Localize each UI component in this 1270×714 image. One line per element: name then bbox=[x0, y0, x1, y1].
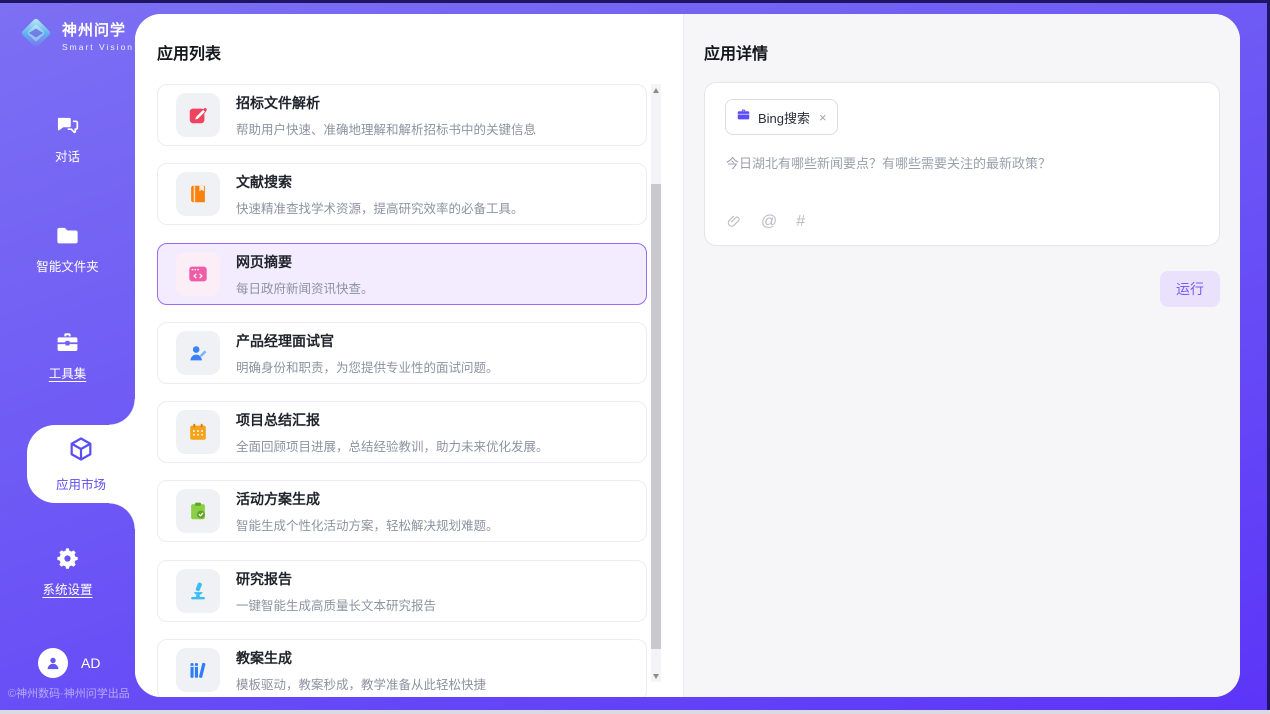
app-list-section: 应用列表 招标文件解析 帮助用户快速、准确地理解和解析招标书中的关键信息 bbox=[135, 14, 683, 697]
sidebar-item-label: 智能文件夹 bbox=[0, 256, 135, 275]
scrollbar-thumb[interactable] bbox=[651, 184, 661, 649]
microscope-icon bbox=[176, 569, 220, 613]
diamond-logo-icon bbox=[18, 15, 54, 56]
avatar bbox=[38, 648, 68, 678]
app-card-research-report[interactable]: 研究报告 一键智能生成高质量长文本研究报告 bbox=[157, 560, 647, 622]
calendar-icon bbox=[176, 410, 220, 454]
sidebar-item-toolset[interactable]: 工具集 bbox=[0, 329, 135, 382]
books-icon bbox=[176, 648, 220, 692]
app-card-desc: 全面回顾项目进展，总结经验教训，助力未来优化发展。 bbox=[236, 436, 549, 455]
app-card-desc: 帮助用户快速、准确地理解和解析招标书中的关键信息 bbox=[236, 119, 536, 138]
browser-code-icon bbox=[176, 252, 220, 296]
sidebar-item-app-market-active[interactable]: 应用市场 bbox=[27, 425, 135, 503]
sidebar-item-label: 对话 bbox=[0, 146, 135, 165]
brand-logo: 神州问学 Smart Vision bbox=[18, 15, 134, 56]
app-card-desc: 一键智能生成高质量长文本研究报告 bbox=[236, 595, 436, 614]
app-card-desc: 模板驱动，教案秒成，教学准备从此轻松快捷 bbox=[236, 674, 486, 693]
sidebar-item-label: 系统设置 bbox=[0, 579, 135, 598]
person-icon bbox=[44, 654, 62, 672]
app-card-title: 产品经理面试官 bbox=[236, 331, 499, 351]
toolbox-icon bbox=[0, 329, 135, 356]
app-card-literature-search[interactable]: 文献搜索 快速精准查找学术资源，提高研究效率的必备工具。 bbox=[157, 163, 647, 225]
app-window: 神州问学 Smart Vision 对话 智能文件夹 bbox=[0, 0, 1270, 714]
app-card-desc: 每日政府新闻资讯快查。 bbox=[236, 278, 374, 297]
app-card-title: 文献搜索 bbox=[236, 172, 524, 192]
app-card-title: 招标文件解析 bbox=[236, 93, 536, 113]
app-card-tender-doc-analysis[interactable]: 招标文件解析 帮助用户快速、准确地理解和解析招标书中的关键信息 bbox=[157, 84, 647, 146]
scroll-down-button[interactable] bbox=[651, 670, 661, 682]
paperclip-icon[interactable] bbox=[726, 214, 742, 230]
scroll-up-button[interactable] bbox=[651, 84, 661, 96]
list-scrollbar[interactable] bbox=[651, 84, 661, 682]
triangle-down-icon bbox=[653, 674, 659, 679]
sidebar-item-label: 应用市场 bbox=[56, 474, 106, 493]
app-detail-title: 应用详情 bbox=[704, 40, 768, 64]
app-card-pm-interviewer[interactable]: 产品经理面试官 明确身份和职责，为您提供专业性的面试问题。 bbox=[157, 322, 647, 384]
app-card-desc: 明确身份和职责，为您提供专业性的面试问题。 bbox=[236, 357, 499, 376]
app-card-title: 教案生成 bbox=[236, 648, 486, 668]
pen-square-icon bbox=[176, 93, 220, 137]
app-card-desc: 智能生成个性化活动方案，轻松解决规划难题。 bbox=[236, 515, 499, 534]
app-card-web-summary-selected[interactable]: 网页摘要 每日政府新闻资讯快查。 bbox=[157, 243, 647, 305]
app-card-desc: 快速精准查找学术资源，提高研究效率的必备工具。 bbox=[236, 198, 524, 217]
close-icon[interactable]: × bbox=[819, 111, 827, 124]
book-icon bbox=[176, 172, 220, 216]
chat-bubble-icon bbox=[0, 112, 135, 139]
sidebar-item-label: 工具集 bbox=[0, 363, 135, 382]
copyright-footer: ©神州数码·神州问学出品 bbox=[8, 685, 130, 701]
input-toolbar: @ # bbox=[726, 213, 805, 231]
folder-icon bbox=[0, 222, 135, 249]
gear-icon bbox=[0, 545, 135, 572]
sidebar-item-smart-folder[interactable]: 智能文件夹 bbox=[0, 222, 135, 275]
briefcase-icon bbox=[736, 107, 751, 127]
sidebar-item-settings[interactable]: 系统设置 bbox=[0, 545, 135, 598]
sidebar: 神州问学 Smart Vision 对话 智能文件夹 bbox=[0, 3, 135, 710]
brand-name: 神州问学 bbox=[62, 22, 126, 39]
sidebar-item-chat[interactable]: 对话 bbox=[0, 112, 135, 165]
app-detail-section: 应用详情 Bing搜索 × 今日湖北有哪些新闻要点？有哪些需要关注的最新政策？ bbox=[683, 14, 1240, 697]
user-account[interactable]: AD bbox=[38, 648, 100, 678]
cube-icon bbox=[67, 435, 95, 468]
tool-tag-bing-search[interactable]: Bing搜索 × bbox=[725, 99, 838, 135]
window-top-edge bbox=[0, 0, 1270, 3]
app-list-title: 应用列表 bbox=[157, 40, 221, 64]
brand-tagline: Smart Vision bbox=[62, 42, 134, 52]
question-text-input[interactable]: 今日湖北有哪些新闻要点？有哪些需要关注的最新政策？ bbox=[726, 153, 1199, 172]
app-card-title: 项目总结汇报 bbox=[236, 410, 549, 430]
app-card-title: 活动方案生成 bbox=[236, 489, 499, 509]
interviewer-icon bbox=[176, 331, 220, 375]
tool-tag-label: Bing搜索 bbox=[758, 108, 810, 127]
hash-icon[interactable]: # bbox=[796, 213, 805, 231]
prompt-input-card[interactable]: Bing搜索 × 今日湖北有哪些新闻要点？有哪些需要关注的最新政策？ @ # bbox=[704, 82, 1220, 246]
clipboard-check-icon bbox=[176, 489, 220, 533]
user-initials: AD bbox=[81, 655, 100, 671]
app-card-lesson-plan[interactable]: 教案生成 模板驱动，教案秒成，教学准备从此轻松快捷 bbox=[157, 639, 647, 697]
app-card-event-plan[interactable]: 活动方案生成 智能生成个性化活动方案，轻松解决规划难题。 bbox=[157, 480, 647, 542]
run-button[interactable]: 运行 bbox=[1160, 271, 1220, 307]
triangle-up-icon bbox=[653, 88, 659, 93]
app-card-project-summary[interactable]: 项目总结汇报 全面回顾项目进展，总结经验教训，助力未来优化发展。 bbox=[157, 401, 647, 463]
app-card-title: 研究报告 bbox=[236, 569, 436, 589]
main-content-panel: 应用列表 招标文件解析 帮助用户快速、准确地理解和解析招标书中的关键信息 bbox=[135, 14, 1240, 697]
app-card-title: 网页摘要 bbox=[236, 252, 374, 272]
at-sign-icon[interactable]: @ bbox=[761, 213, 777, 231]
